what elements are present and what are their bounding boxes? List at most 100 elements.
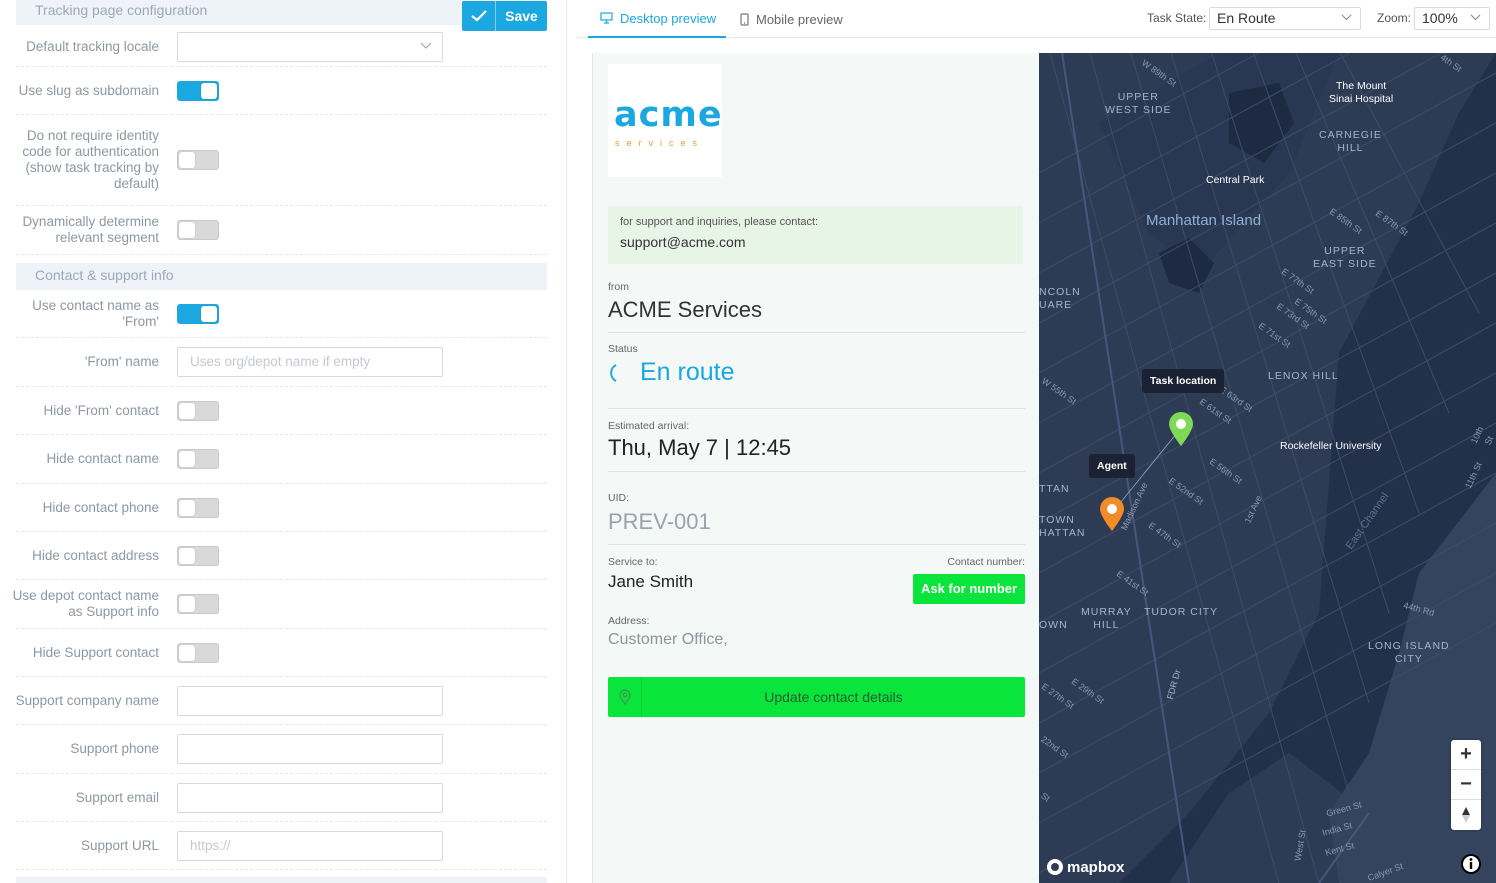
setting-label: Hide contact address [32, 547, 159, 563]
setting-row-depot-contact: Use depot contact name as Support info [13, 580, 547, 629]
mapbox-icon [1047, 859, 1063, 875]
settings-panel: Tracking page configuration Save Default… [0, 0, 567, 883]
task-location-bubble: Task location [1142, 369, 1225, 393]
agent-bubble: Agent [1089, 454, 1135, 478]
setting-label: Hide contact name [46, 451, 159, 466]
monitor-icon [600, 12, 613, 24]
setting-row-slug: Use slug as subdomain [16, 67, 547, 115]
setting-label: Support company name [15, 692, 159, 708]
hide-address-toggle[interactable] [177, 545, 219, 566]
support-company-input[interactable] [177, 685, 443, 716]
hide-phone-toggle[interactable] [177, 497, 219, 518]
map-label: The Mount Sinai Hospital [1329, 80, 1394, 105]
map-label: MURRAY HILL [1081, 606, 1132, 631]
map-label: TUDOR CITY [1144, 606, 1219, 618]
setting-row-hide-support: Hide Support contact [16, 629, 547, 677]
compass-icon [1462, 807, 1470, 823]
zoom-select[interactable]: 100% [1414, 7, 1490, 30]
zoom-out-button[interactable]: − [1451, 770, 1481, 800]
map-label: LENOX HILL [1268, 370, 1339, 382]
depot-contact-toggle[interactable] [177, 594, 219, 614]
map-label: UPPER WEST SIDE [1105, 91, 1172, 116]
hide-support-toggle[interactable] [177, 642, 219, 663]
tab-desktop-preview[interactable]: Desktop preview [588, 0, 726, 38]
support-phone-input[interactable] [177, 734, 443, 764]
setting-label: Use depot contact name as Support info [12, 588, 159, 619]
identity-toggle[interactable] [177, 150, 219, 170]
status-value: En route [640, 358, 735, 386]
setting-label: Default tracking locale [26, 38, 159, 54]
setting-label: Hide 'From' contact [43, 402, 159, 418]
from-value: ACME Services [608, 297, 763, 322]
setting-label: 'From' name [84, 354, 159, 369]
update-contact-button[interactable]: Update contact details [608, 677, 1025, 717]
mobile-icon [740, 12, 749, 26]
address-caption: Address: [608, 615, 650, 627]
from-contact-toggle[interactable] [177, 303, 219, 324]
setting-row-support-email: Support email [16, 774, 547, 822]
from-name-input[interactable]: Uses org/depot name if empty [177, 347, 443, 377]
map-label: OWN [1039, 619, 1068, 631]
setting-row-hide-from: Hide 'From' contact [16, 387, 547, 435]
setting-row-from-contact: Use contact name as 'From' [16, 290, 547, 338]
support-email[interactable]: support@acme.com [620, 234, 1011, 250]
update-contact-label: Update contact details [764, 689, 903, 705]
map-label: CARNEGIE HILL [1319, 129, 1382, 154]
chevron-down-icon [1341, 14, 1352, 21]
eta-caption: Estimated arrival: [608, 420, 690, 432]
map[interactable]: UPPER WEST SIDE The Mount Sinai Hospital C… [1039, 53, 1496, 883]
divider [608, 471, 1025, 472]
status-field: Status En route [608, 343, 1025, 387]
task-location-pin-icon[interactable] [1167, 411, 1195, 447]
setting-row-from-name: 'From' name Uses org/depot name if empty [16, 338, 547, 387]
support-url-input[interactable]: https:// [177, 830, 443, 861]
setting-label: Do not require identity code for authent… [22, 128, 159, 191]
next-section-header [16, 877, 547, 883]
setting-label: Hide Support contact [32, 644, 159, 660]
eta-field: Estimated arrival: Thu, May 7 | 12:45 [608, 420, 1025, 461]
address-field: Address: Customer Office, [608, 615, 1025, 649]
map-pin-icon [608, 677, 642, 717]
hide-name-toggle[interactable] [177, 449, 219, 469]
setting-label: Hide contact phone [42, 499, 159, 515]
tab-label: Desktop preview [620, 10, 717, 26]
eta-value: Thu, May 7 | 12:45 [608, 435, 792, 460]
map-label: NCOLN UARE [1039, 286, 1081, 311]
map-label: TTAN [1039, 483, 1070, 495]
support-email-input[interactable] [177, 782, 443, 813]
zoom-in-button[interactable]: + [1451, 740, 1481, 770]
tab-mobile-preview[interactable]: Mobile preview [740, 0, 843, 38]
setting-row-support-company: Support company name [16, 677, 547, 725]
support-text: for support and inquiries, please contac… [620, 216, 819, 228]
map-label: TOWN HATTAN [1039, 514, 1086, 539]
divider [608, 408, 1025, 409]
task-state-select[interactable]: En Route [1209, 7, 1361, 30]
hide-from-toggle[interactable] [177, 400, 219, 421]
uid-value: PREV-001 [608, 509, 711, 534]
uid-field: UID: PREV-001 [608, 492, 1025, 535]
from-field: from ACME Services [608, 281, 1025, 323]
compass-button[interactable] [1451, 800, 1481, 830]
chevron-down-icon [420, 42, 432, 49]
setting-label: Support URL [80, 837, 159, 853]
setting-label: Support email [75, 789, 159, 805]
tracking-preview: acme services for support and inquiries,… [592, 53, 1039, 883]
ask-for-number-button[interactable]: Ask for number [913, 574, 1025, 604]
address-value: Customer Office, [608, 631, 728, 648]
divider [608, 332, 1025, 333]
map-label: Central Park [1206, 174, 1265, 186]
divider [608, 544, 1025, 545]
agent-pin-icon[interactable] [1098, 496, 1126, 532]
map-label: LONG ISLAND CITY [1368, 640, 1450, 665]
locale-select[interactable] [177, 31, 443, 62]
slug-toggle[interactable] [177, 80, 219, 101]
setting-row-identity: Do not require identity code for authent… [16, 115, 547, 206]
setting-label: Use slug as subdomain [18, 82, 159, 98]
mapbox-logo[interactable]: mapbox [1046, 858, 1125, 876]
spinner-icon [610, 363, 617, 382]
info-icon[interactable] [1460, 853, 1482, 875]
setting-row-hide-phone: Hide contact phone [16, 484, 547, 532]
status-caption: Status [608, 343, 638, 355]
chevron-down-icon [1470, 14, 1481, 21]
segment-toggle[interactable] [177, 220, 219, 240]
